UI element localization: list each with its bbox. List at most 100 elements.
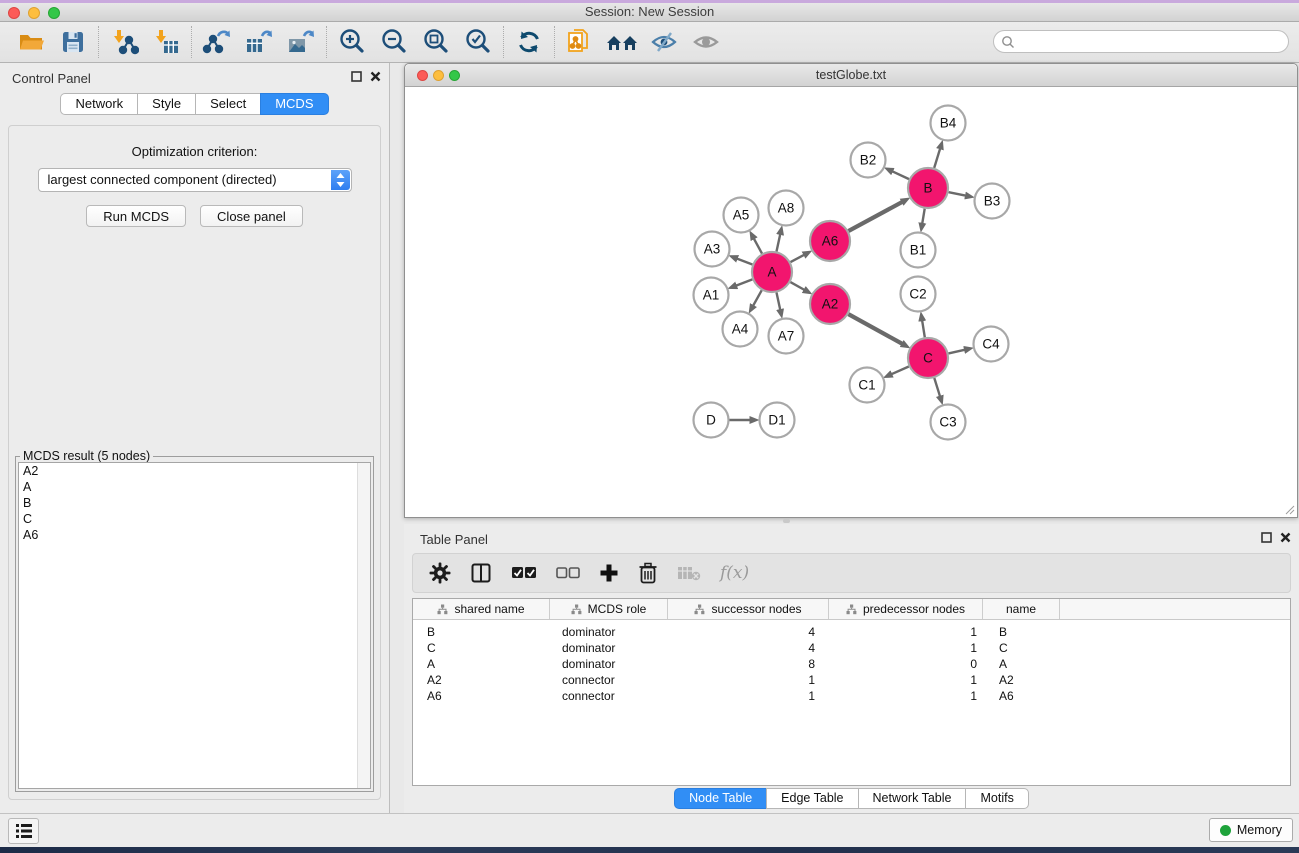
table-settings-button[interactable] (429, 562, 451, 584)
graph-edge-A-A6[interactable] (791, 255, 805, 262)
table-row[interactable]: Adominator80A (413, 656, 1290, 672)
graph-edge-C-C3[interactable] (934, 378, 940, 397)
float-panel-icon[interactable] (351, 71, 362, 82)
import-table-button[interactable] (145, 25, 187, 59)
graph-edge-A-A3[interactable] (737, 259, 753, 265)
import-network-button[interactable] (103, 25, 145, 59)
graph-edge-B-B3[interactable] (949, 192, 966, 196)
memory-button[interactable]: Memory (1209, 818, 1293, 842)
table-cell: C (983, 640, 1060, 656)
network-canvas[interactable]: B4B2BB3A8A5A6B1A3AC2A1A2A4A7C4CC1DD1C3 (405, 88, 1297, 517)
first-neighbors-houses-icon (605, 27, 639, 57)
tab-select[interactable]: Select (195, 93, 260, 115)
refresh-view-button[interactable] (508, 25, 550, 59)
table-tabs: Node Table Edge Table Network Table Moti… (404, 788, 1299, 809)
graph-edge-B-B4[interactable] (934, 148, 940, 168)
list-item[interactable]: A6 (19, 527, 370, 543)
list-item[interactable]: A2 (19, 463, 370, 479)
column-header[interactable]: name (983, 599, 1060, 619)
graph-edge-B-B1[interactable] (922, 209, 925, 224)
column-header[interactable]: MCDS role (550, 599, 668, 619)
float-panel-icon[interactable] (1261, 532, 1272, 543)
graph-edge-A-A8[interactable] (777, 234, 781, 252)
graph-node-label: C (923, 351, 933, 366)
first-neighbors-button[interactable] (601, 25, 643, 59)
graph-edge-A6-B[interactable] (849, 202, 903, 231)
graph-edge-A-A1[interactable] (736, 279, 753, 285)
dropdown-stepper-icon (331, 170, 350, 190)
table-row[interactable]: Cdominator41C (413, 640, 1290, 656)
control-panel: Control Panel Network Style Select MCDS … (0, 63, 390, 813)
graph-edge-A-A4[interactable] (753, 290, 762, 306)
column-header-label: successor nodes (711, 602, 801, 616)
graph-edge-B-B2[interactable] (892, 171, 909, 179)
network-view-window: testGlobe.txt B4B2BB3A8A5A6B1A3AC2A1A2A4… (404, 63, 1298, 518)
graph-edge-C-C2[interactable] (922, 320, 925, 337)
column-header[interactable]: successor nodes (668, 599, 829, 619)
table-row[interactable]: Bdominator41B (413, 624, 1290, 640)
toolbar-separator (326, 26, 327, 58)
list-item[interactable]: C (19, 511, 370, 527)
tab-node-table[interactable]: Node Table (674, 788, 766, 809)
tab-mcds[interactable]: MCDS (260, 93, 328, 115)
table-cell: A2 (413, 672, 550, 688)
export-network-icon (202, 27, 232, 57)
unselect-all-columns-button[interactable] (556, 567, 580, 579)
delete-columns-button[interactable] (638, 562, 658, 584)
graph-edge-C-C4[interactable] (949, 350, 966, 354)
save-session-button[interactable] (52, 25, 94, 59)
tab-network-table[interactable]: Network Table (858, 788, 966, 809)
new-network-from-selection-button[interactable] (559, 25, 601, 59)
close-panel-button[interactable]: Close panel (200, 205, 303, 227)
column-header[interactable]: shared name (413, 599, 550, 619)
list-item[interactable]: B (19, 495, 370, 511)
select-all-columns-button[interactable] (511, 566, 537, 580)
table-panel-title: Table Panel (420, 532, 488, 547)
import-table-icon (151, 27, 181, 57)
export-image-button[interactable] (280, 25, 322, 59)
graph-edge-C-C1[interactable] (891, 367, 909, 375)
delete-table-button[interactable] (677, 564, 701, 582)
tab-edge-table[interactable]: Edge Table (766, 788, 857, 809)
list-item[interactable]: A (19, 479, 370, 495)
window-resize-grip[interactable] (1283, 503, 1295, 515)
table-row[interactable]: A2connector11A2 (413, 672, 1290, 688)
network-window-titlebar[interactable]: testGlobe.txt (405, 64, 1297, 87)
panel-divider-handle[interactable] (783, 519, 790, 523)
function-builder-button[interactable]: f(x) (720, 563, 749, 583)
window-title: Session: New Session (0, 4, 1299, 19)
export-table-button[interactable] (238, 25, 280, 59)
graph-edge-A-A2[interactable] (790, 282, 804, 290)
graph-node-label: B2 (860, 153, 877, 168)
table-cell: connector (550, 672, 668, 688)
add-column-button[interactable] (599, 563, 619, 583)
zoom-fit-button[interactable] (415, 25, 457, 59)
graph-edge-A2-C[interactable] (848, 314, 902, 344)
main-toolbar (0, 22, 1299, 63)
result-list-scrollbar[interactable] (357, 463, 370, 788)
column-header-label: MCDS role (588, 602, 647, 616)
zoom-out-button[interactable] (373, 25, 415, 59)
graph-edge-A-A5[interactable] (754, 238, 762, 253)
show-columns-button[interactable] (470, 562, 492, 584)
table-row[interactable]: A6connector11A6 (413, 688, 1290, 704)
column-header[interactable]: predecessor nodes (829, 599, 983, 619)
criterion-dropdown[interactable]: largest connected component (directed) (38, 168, 352, 192)
close-panel-icon[interactable] (370, 71, 381, 82)
zoom-in-button[interactable] (331, 25, 373, 59)
open-session-button[interactable] (10, 25, 52, 59)
run-mcds-button[interactable]: Run MCDS (86, 205, 186, 227)
close-panel-icon[interactable] (1280, 532, 1291, 543)
search-input[interactable] (993, 30, 1289, 53)
show-all-button[interactable] (685, 25, 727, 59)
table-cell: A6 (983, 688, 1060, 704)
export-network-button[interactable] (196, 25, 238, 59)
graph-edge-A-A7[interactable] (777, 293, 781, 311)
tab-style[interactable]: Style (137, 93, 195, 115)
tab-network[interactable]: Network (60, 93, 137, 115)
zoom-selected-button[interactable] (457, 25, 499, 59)
task-history-button[interactable] (8, 818, 39, 844)
table-cell: B (413, 624, 550, 640)
hide-selected-button[interactable] (643, 25, 685, 59)
tab-motifs[interactable]: Motifs (965, 788, 1028, 809)
